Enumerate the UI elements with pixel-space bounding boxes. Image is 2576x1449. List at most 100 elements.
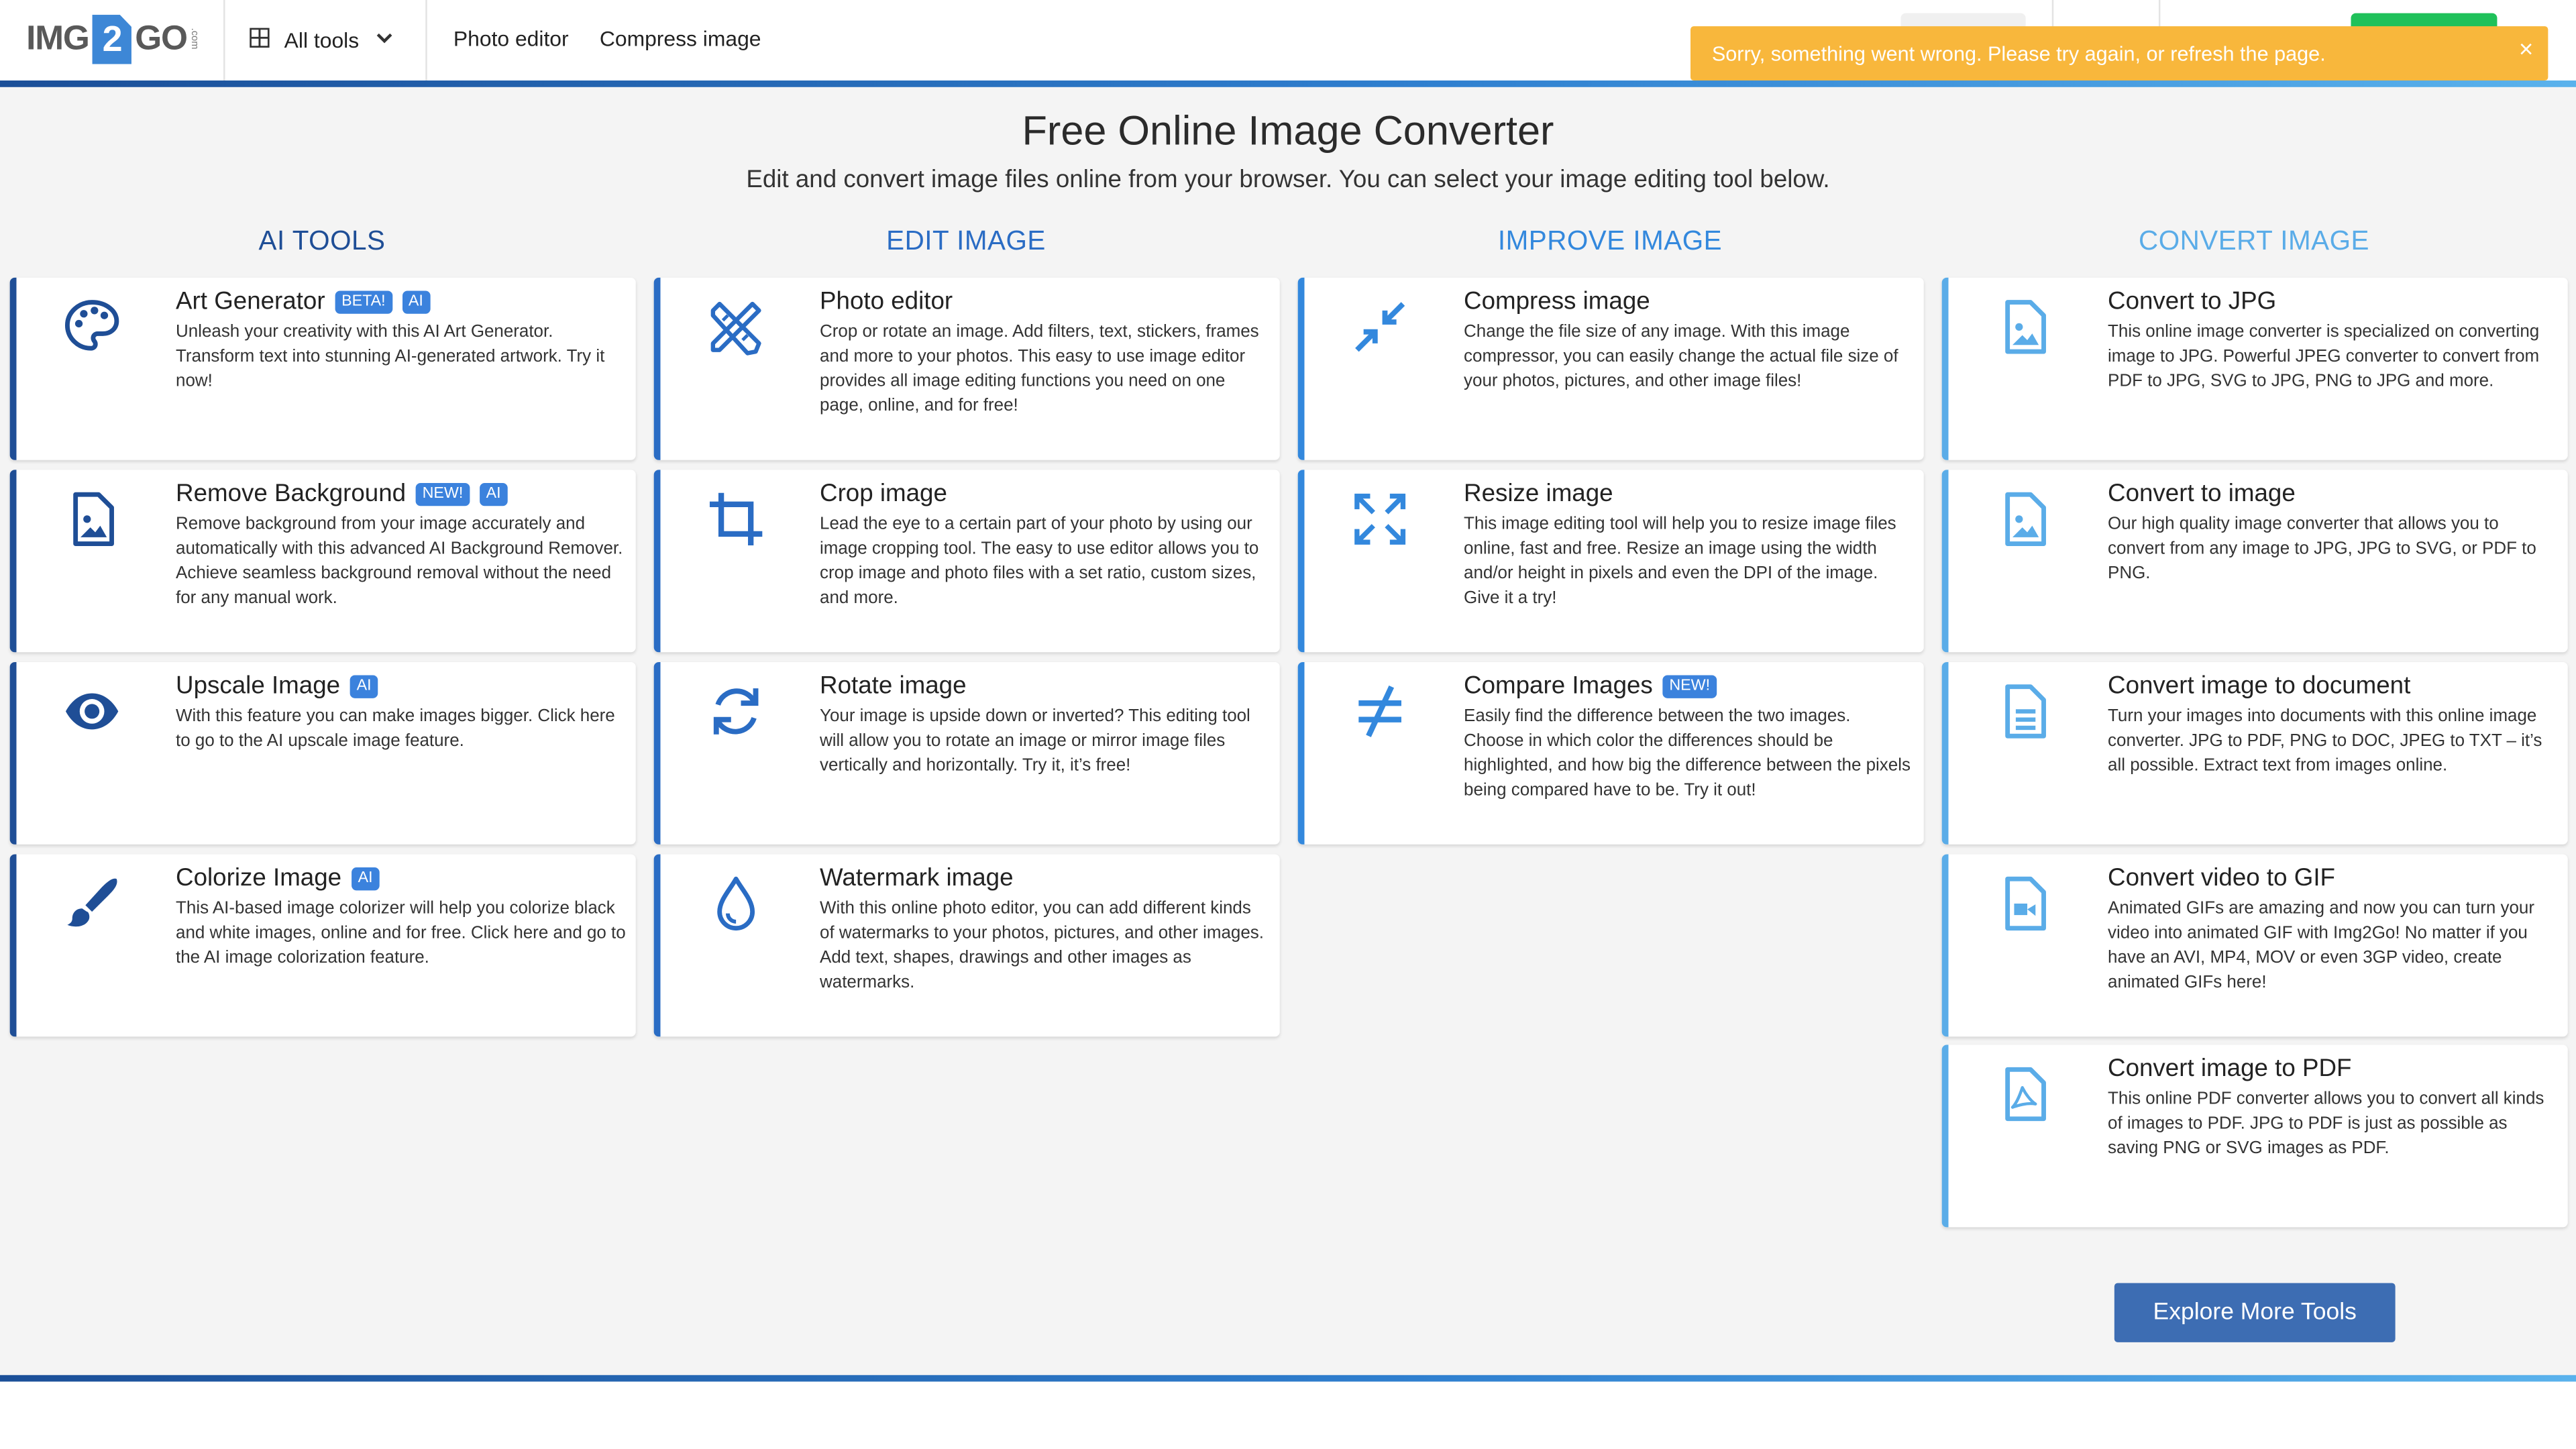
tool-card-photo-editor[interactable]: Photo editor Crop or rotate an image. Add… xyxy=(653,277,1280,460)
tool-card-title: Convert video to GIF xyxy=(2108,864,2335,892)
tool-card-description: This image editing tool will help you to… xyxy=(1464,514,1896,608)
tool-card-title: Resize image xyxy=(1464,480,1613,508)
tool-card-colorize-image[interactable]: Colorize Image AI This AI-based image colo… xyxy=(9,854,636,1037)
tool-card-description: Turn your images into documents with thi… xyxy=(2108,706,2542,775)
tool-card-convert-to-image[interactable]: Convert to image Our high quality image c… xyxy=(1941,470,2568,653)
tool-card-title-text: Resize image xyxy=(1464,480,1613,508)
card-accent xyxy=(1941,470,1949,653)
tool-card-convert-to-jpg[interactable]: Convert to JPG This online image converte… xyxy=(1941,277,2568,460)
logo-text-img: IMG xyxy=(26,19,90,58)
tool-card-title-text: Remove Background xyxy=(176,480,407,508)
tool-card-convert-image-to-pdf[interactable]: Convert image to PDF This online PDF conv… xyxy=(1941,1044,2568,1228)
compress-arrows-icon xyxy=(1350,297,1409,356)
card-accent xyxy=(1297,470,1305,653)
tool-card-watermark-image[interactable]: Watermark image With this online photo ed… xyxy=(653,854,1280,1037)
tool-card-title-text: Compress image xyxy=(1464,287,1650,316)
tool-card-title: Convert to image xyxy=(2108,480,2296,508)
tool-card-title: Colorize Image AI xyxy=(176,864,380,892)
site-logo[interactable]: IMG 2 GO .com xyxy=(26,15,199,64)
column-heading-edit-image: EDIT IMAGE xyxy=(886,226,1046,257)
document-file-icon xyxy=(1994,682,2053,741)
card-accent xyxy=(653,470,661,653)
tool-card-compress-image[interactable]: Compress image Change the file size of an… xyxy=(1297,277,1924,460)
footer-accent-bar xyxy=(0,1375,2576,1382)
all-tools-label: All tools xyxy=(284,27,360,52)
tool-card-title-text: Colorize Image xyxy=(176,864,342,892)
tool-card-title-text: Compare Images xyxy=(1464,672,1653,700)
column-heading-ai-tools: AI TOOLS xyxy=(258,226,386,257)
nav-compress-image[interactable]: Compress image xyxy=(600,26,761,51)
nav-photo-editor[interactable]: Photo editor xyxy=(453,26,569,51)
tool-card-title: Compare Images NEW! xyxy=(1464,672,1717,700)
tool-card-title: Art Generator BETA! AI xyxy=(176,287,430,316)
expand-arrows-icon xyxy=(1350,490,1409,549)
tool-card-title-text: Art Generator xyxy=(176,287,325,316)
tool-card-title: Convert image to document xyxy=(2108,672,2410,700)
card-accent xyxy=(9,470,17,653)
tool-card-title: Convert image to PDF xyxy=(2108,1055,2351,1083)
paintbrush-icon xyxy=(62,874,121,933)
tool-card-description: Lead the eye to a certain part of your p… xyxy=(820,514,1259,608)
badge-beta: BETA! xyxy=(335,290,392,313)
tool-card-compare-images[interactable]: Compare Images NEW! Easily find the differ… xyxy=(1297,661,1924,845)
tool-card-description: This online PDF converter allows you to … xyxy=(2108,1089,2544,1159)
tool-card-title: Photo editor xyxy=(820,288,953,316)
tool-card-title-text: Convert to image xyxy=(2108,480,2296,508)
card-accent xyxy=(9,277,17,460)
tool-card-title: Watermark image xyxy=(820,864,1014,892)
tool-card-title-text: Convert to JPG xyxy=(2108,287,2277,316)
logo-text-two: 2 xyxy=(92,15,132,64)
tool-card-convert-video-to-gif[interactable]: Convert video to GIF Animated GIFs are am… xyxy=(1941,854,2568,1037)
grid-icon xyxy=(250,27,270,52)
badge-ai: AI xyxy=(351,866,380,890)
tool-card-rotate-image[interactable]: Rotate image Your image is upside down or… xyxy=(653,661,1280,845)
badge-ai: AI xyxy=(402,290,430,313)
close-icon[interactable]: × xyxy=(2519,37,2533,64)
image-file-icon xyxy=(1994,297,2053,356)
tool-card-title: Compress image xyxy=(1464,288,1650,316)
tool-card-title-text: Crop image xyxy=(820,480,947,508)
chevron-down-icon xyxy=(374,27,393,52)
tool-card-resize-image[interactable]: Resize image This image editing tool will… xyxy=(1297,470,1924,653)
logo-dotcom: .com xyxy=(189,28,199,50)
tool-card-remove-background[interactable]: Remove Background NEW! AI Remove background… xyxy=(9,470,636,653)
tool-card-upscale-image[interactable]: Upscale Image AI With this feature you can… xyxy=(9,661,636,845)
card-accent xyxy=(653,277,661,460)
eye-icon xyxy=(62,682,121,741)
tool-card-title-text: Rotate image xyxy=(820,672,967,700)
card-accent xyxy=(9,854,17,1037)
page: IMG 2 GO .com All tools Photo editor Com… xyxy=(0,0,2576,1449)
crop-icon xyxy=(706,490,765,549)
pencil-ruler-icon xyxy=(706,297,765,356)
tool-card-title-text: Convert image to document xyxy=(2108,672,2411,700)
footer xyxy=(0,1381,2576,1449)
badge-ai: AI xyxy=(350,674,378,698)
tool-card-description: Unleash your creativity with this AI Art… xyxy=(176,322,605,391)
tool-card-description: Change the file size of any image. With … xyxy=(1464,322,1898,391)
page-subtitle: Edit and convert image files online from… xyxy=(746,166,1830,194)
tool-card-title: Remove Background NEW! AI xyxy=(176,480,508,508)
column-heading-convert-image: CONVERT IMAGE xyxy=(2139,226,2369,257)
tool-card-title-text: Upscale Image xyxy=(176,672,341,700)
tool-card-crop-image[interactable]: Crop image Lead the eye to a certain part… xyxy=(653,470,1280,653)
explore-more-tools-button[interactable]: Explore More Tools xyxy=(2114,1283,2396,1342)
card-accent xyxy=(653,661,661,845)
not-equal-icon xyxy=(1350,682,1409,741)
error-toast: Sorry, something went wrong. Please try … xyxy=(1690,26,2548,81)
tool-card-description: Our high quality image converter that al… xyxy=(2108,514,2536,584)
image-file-icon xyxy=(1994,490,2053,549)
tool-card-art-generator[interactable]: Art Generator BETA! AI Unleash your creativ… xyxy=(9,277,636,460)
column-heading-improve-image: IMPROVE IMAGE xyxy=(1497,226,1723,257)
video-file-icon xyxy=(1994,874,2053,933)
badge-ai: AI xyxy=(479,482,508,506)
tool-card-title-text: Convert image to PDF xyxy=(2108,1055,2352,1083)
tool-card-title: Upscale Image AI xyxy=(176,672,378,700)
tool-card-description: This AI-based image colorizer will help … xyxy=(176,898,626,968)
tool-card-convert-image-to-document[interactable]: Convert image to document Turn your image… xyxy=(1941,661,2568,845)
tool-card-title: Crop image xyxy=(820,480,947,508)
tool-card-description: With this online photo editor, you can a… xyxy=(820,898,1264,993)
tool-card-description: Crop or rotate an image. Add filters, te… xyxy=(820,322,1259,416)
all-tools-menu[interactable]: All tools xyxy=(250,23,393,56)
card-accent xyxy=(1941,1044,1949,1228)
tool-card-description: Animated GIFs are amazing and now you ca… xyxy=(2108,898,2535,993)
